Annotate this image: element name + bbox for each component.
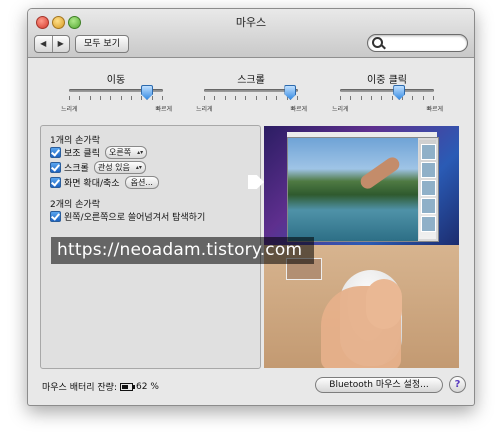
window-toolbar: 마우스 ◀ ▶ 모두 보기 — [28, 9, 474, 58]
scroll-label: 스크롤 — [64, 163, 89, 174]
battery-value: 62 % — [136, 381, 159, 392]
fast-label: 빠르게 — [155, 106, 172, 113]
popup-arrows-icon: ▴▾ — [135, 163, 142, 171]
show-all-button[interactable]: 모두 보기 — [75, 35, 129, 53]
slider-track[interactable] — [204, 89, 298, 92]
zoom-label: 화면 확대/축소 — [64, 178, 120, 189]
demo-photo — [288, 138, 418, 241]
battery-status: 마우스 배터리 잔량: 62 % — [42, 380, 159, 394]
mouse-preferences-window: 마우스 ◀ ▶ 모두 보기 이동 느리게 빠르게 스크롤 느리게 빠르게 이중 … — [27, 8, 475, 406]
battery-label: 마우스 배터리 잔량: — [42, 383, 117, 393]
forward-button[interactable]: ▶ — [53, 36, 70, 52]
zoom-options-button[interactable]: 옵션... — [124, 175, 159, 189]
slow-label: 느리게 — [61, 106, 78, 113]
tracking-speed-label: 이동 — [106, 75, 126, 86]
two-finger-heading: 2개의 손가락 — [50, 200, 100, 210]
selected-option-highlight — [248, 175, 264, 189]
window-title: 마우스 — [235, 16, 267, 29]
secondary-click-label: 보조 클릭 — [64, 148, 100, 159]
back-button[interactable]: ◀ — [35, 36, 53, 52]
back-forward-control: ◀ ▶ — [34, 35, 70, 53]
zoom-option: 화면 확대/축소 옵션... — [50, 175, 159, 189]
slow-label: 느리게 — [196, 106, 213, 113]
scroll-option: 스크롤 관성 있음 ▴▾ — [50, 160, 146, 174]
secondary-click-value: 오른쪽 — [108, 147, 132, 157]
demo-finger — [366, 279, 402, 329]
demo-diver — [357, 154, 403, 192]
swipe-navigate-label: 왼쪽/오른쪽으로 쓸어넘겨서 탐색하기 — [64, 212, 206, 223]
swipe-navigate-checkbox[interactable] — [50, 210, 61, 222]
slider-ticks — [204, 96, 298, 100]
demo-photo-app — [287, 137, 439, 242]
slider-ticks — [340, 96, 434, 100]
fast-label: 빠르게 — [426, 106, 443, 113]
slow-label: 느리게 — [332, 106, 349, 113]
double-click-speed-label: 이중 클릭 — [367, 75, 407, 86]
scroll-value: 관성 있음 — [97, 162, 130, 172]
demo-thumbnail-strip — [419, 140, 436, 239]
secondary-click-option: 보조 클릭 오른쪽 ▴▾ — [50, 145, 148, 159]
bluetooth-mouse-setup-button[interactable]: Bluetooth 마우스 설정... — [315, 377, 443, 393]
help-button[interactable]: ? — [449, 376, 466, 393]
search-icon — [372, 37, 383, 48]
scrolling-speed-label: 스크롤 — [237, 75, 265, 86]
search-field[interactable] — [367, 34, 468, 52]
scroll-popup[interactable]: 관성 있음 ▴▾ — [93, 160, 146, 174]
one-finger-heading: 1개의 손가락 — [50, 136, 100, 146]
zoom-checkbox[interactable] — [50, 176, 61, 188]
swipe-navigate-option: 왼쪽/오른쪽으로 쓸어넘겨서 탐색하기 — [50, 210, 206, 223]
demo-screen — [264, 126, 459, 245]
secondary-click-checkbox[interactable] — [50, 146, 61, 158]
fast-label: 빠르게 — [290, 106, 307, 113]
secondary-click-popup[interactable]: 오른쪽 ▴▾ — [104, 145, 148, 159]
scroll-checkbox[interactable] — [50, 161, 61, 173]
watermark-text: https://neoadam.tistory.com — [51, 237, 314, 264]
slider-track[interactable] — [340, 89, 434, 92]
battery-icon — [120, 382, 135, 391]
popup-arrows-icon: ▴▾ — [137, 148, 144, 156]
